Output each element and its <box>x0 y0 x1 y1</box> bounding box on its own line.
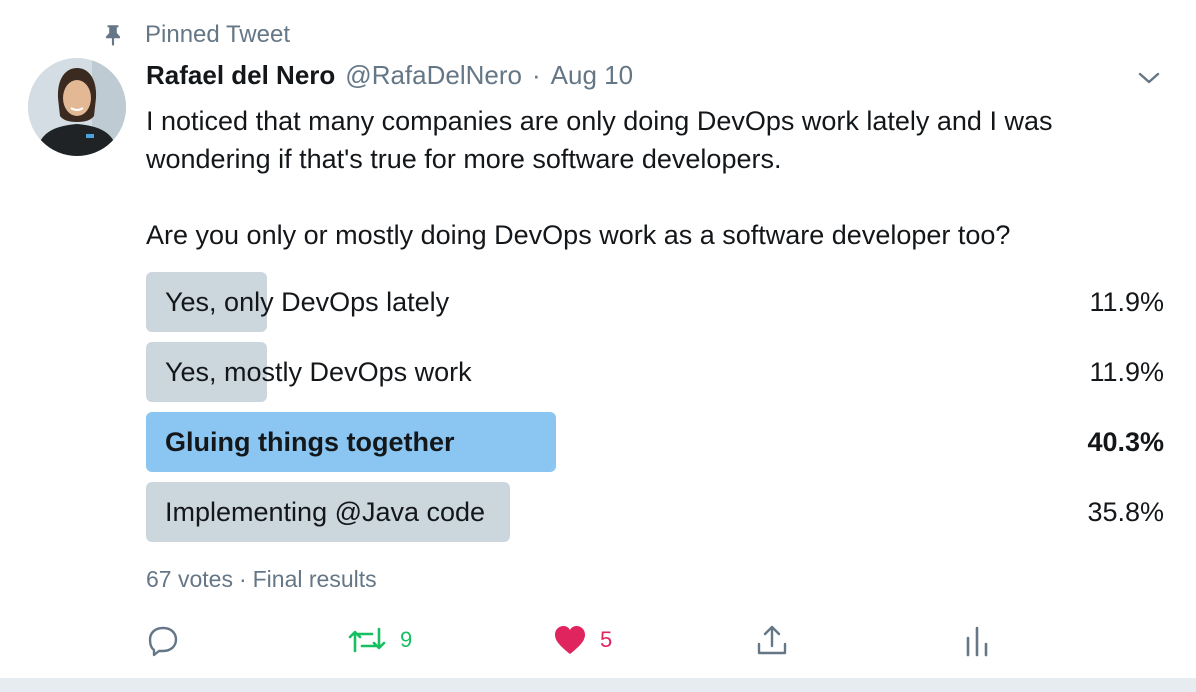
poll-option[interactable]: Yes, only DevOps lately 11.9% <box>146 272 1164 332</box>
meta-separator: · <box>238 566 247 592</box>
poll-option-percent: 11.9% <box>1089 357 1164 387</box>
pinned-indicator: Pinned Tweet <box>100 20 290 50</box>
retweet-count: 9 <box>400 627 413 652</box>
analytics-icon <box>966 626 988 657</box>
poll-option-percent: 11.9% <box>1089 287 1164 317</box>
poll-option[interactable]: Yes, mostly DevOps work 11.9% <box>146 342 1164 402</box>
like-count: 5 <box>600 627 613 652</box>
like-button[interactable]: 5 <box>552 620 612 660</box>
tweet-actions: 9 5 <box>146 620 1164 660</box>
poll-option-percent: 35.8% <box>1087 497 1164 527</box>
tweet-paragraph: I noticed that many companies are only d… <box>146 106 1053 174</box>
header-separator: · <box>531 60 541 90</box>
poll-option-label: Implementing @Java code <box>165 497 486 527</box>
avatar-photo <box>28 58 126 156</box>
share-button[interactable] <box>754 620 790 660</box>
vote-count: 67 votes <box>146 566 233 592</box>
author-name[interactable]: Rafael del Nero <box>146 60 335 91</box>
avatar[interactable] <box>28 58 126 156</box>
pinned-label: Pinned Tweet <box>145 21 290 48</box>
timeline-divider <box>0 678 1196 692</box>
poll-option[interactable]: Implementing @Java code 35.8% <box>146 482 1164 542</box>
analytics-button[interactable] <box>962 620 992 660</box>
retweet-button[interactable]: 9 <box>346 620 412 660</box>
pin-icon <box>105 25 121 46</box>
chevron-down-icon[interactable] <box>1136 66 1162 90</box>
tweet-text: I noticed that many companies are only d… <box>146 102 1146 254</box>
reply-button[interactable] <box>146 620 180 660</box>
reply-icon <box>148 626 178 657</box>
poll-option-percent: 40.3% <box>1087 427 1164 457</box>
heart-icon <box>555 626 585 654</box>
poll-meta: 67 votes · Final results <box>146 566 377 593</box>
tweet-header: Rafael del Nero @RafaDelNero · Aug 10 <box>146 60 633 91</box>
tweet[interactable]: Pinned Tweet Rafael del Nero @RafaDelNer… <box>0 0 1196 678</box>
poll-option[interactable]: Gluing things together 40.3% <box>146 412 1164 472</box>
retweet-icon <box>348 627 386 653</box>
tweet-paragraph: Are you only or mostly doing DevOps work… <box>146 220 1011 250</box>
poll: Yes, only DevOps lately 11.9% Yes, mostl… <box>146 272 1164 552</box>
poll-status: Final results <box>252 566 377 592</box>
author-handle[interactable]: @RafaDelNero <box>345 60 522 91</box>
poll-option-label: Gluing things together <box>165 427 455 457</box>
poll-option-label: Yes, mostly DevOps work <box>165 357 472 387</box>
poll-option-label: Yes, only DevOps lately <box>165 287 450 317</box>
tweet-date[interactable]: Aug 10 <box>551 60 633 91</box>
share-icon <box>757 625 787 655</box>
